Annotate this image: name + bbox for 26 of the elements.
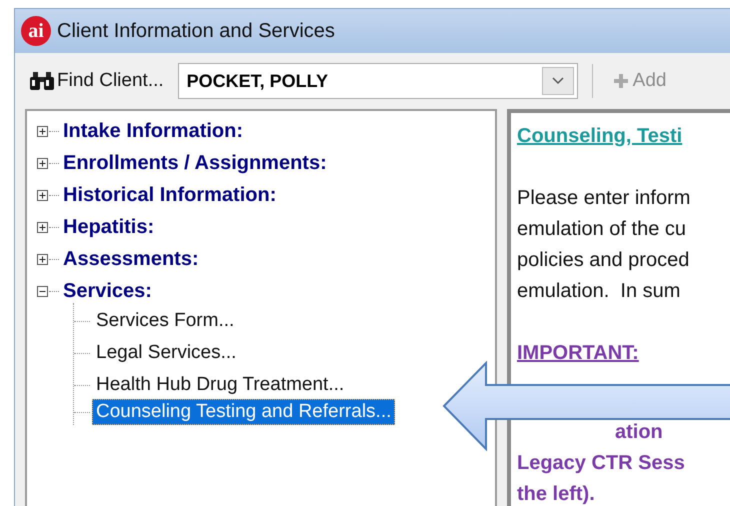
expand-icon[interactable] xyxy=(37,158,48,168)
client-combobox[interactable]: POCKET, POLLY xyxy=(178,63,578,99)
expand-icon[interactable] xyxy=(37,126,48,136)
important-heading: IMPORTANT: xyxy=(517,341,640,366)
expand-icon[interactable] xyxy=(37,222,48,232)
tree-item[interactable]: Health Hub Drug Treatment... xyxy=(92,372,348,398)
tree-item[interactable]: Legal Services... xyxy=(92,340,240,366)
app-logo: ai xyxy=(21,16,51,46)
tree-item[interactable]: Counseling Testing and Referrals... xyxy=(92,399,396,425)
important-text: ation Legacy CTR Sess the left). xyxy=(517,420,686,506)
collapse-icon[interactable] xyxy=(37,286,48,296)
binoculars-icon xyxy=(29,71,55,91)
tree-item[interactable]: Historical Information: xyxy=(63,184,276,206)
tree-item[interactable]: Enrollments / Assignments: xyxy=(63,152,327,174)
tree-item[interactable]: Services Form... xyxy=(92,308,238,334)
window-title: Client Information and Services xyxy=(57,20,335,42)
plus-icon xyxy=(612,73,629,89)
expand-icon[interactable] xyxy=(37,254,48,264)
tree-item[interactable]: Hepatitis: xyxy=(63,216,154,238)
expand-icon[interactable] xyxy=(37,190,48,200)
content-heading: Counseling, Testi xyxy=(517,124,684,149)
find-client-button[interactable]: Find Client... xyxy=(25,70,168,92)
tree-item[interactable]: Assessments: xyxy=(63,248,199,270)
instruction-text: Please enter inform emulation of the cu policies and proced emulation. In sum xyxy=(517,186,692,304)
tree-item[interactable]: Services: xyxy=(63,280,152,302)
tree-item[interactable]: Intake Information: xyxy=(63,120,244,142)
